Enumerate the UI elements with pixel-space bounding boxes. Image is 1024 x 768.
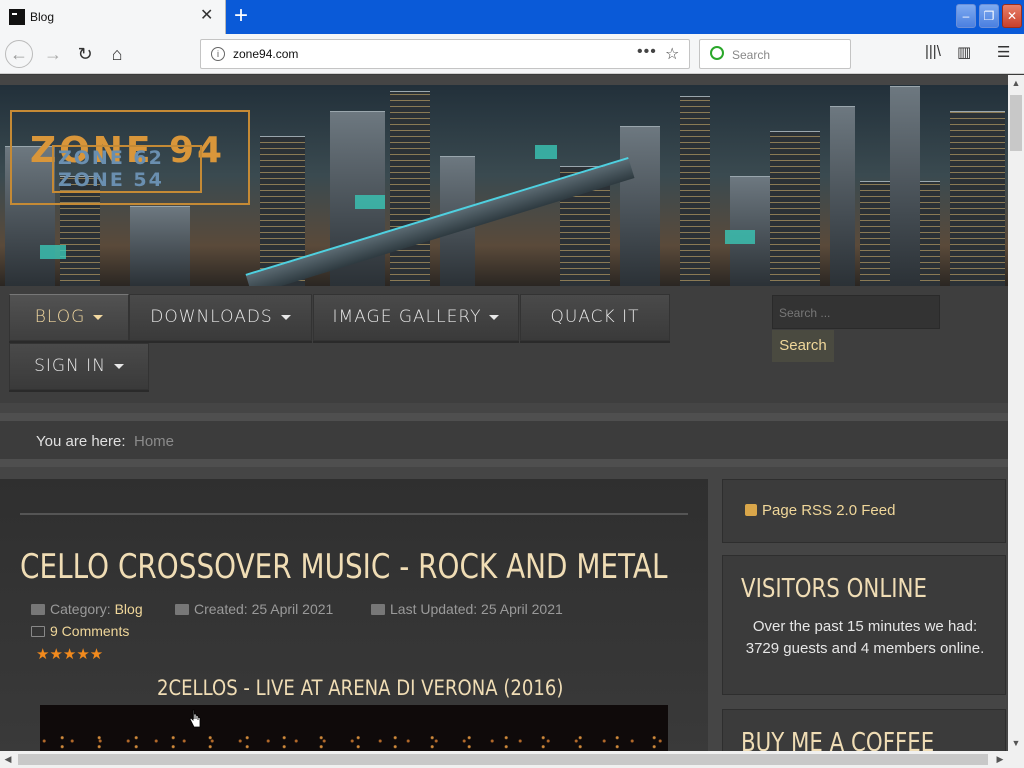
coffee-widget: BUY ME A COFFEE bbox=[722, 709, 1006, 751]
breadcrumb-label: You are here: bbox=[36, 433, 126, 450]
bookmark-star-icon[interactable]: ☆ bbox=[665, 44, 679, 64]
video-player[interactable] bbox=[40, 705, 668, 751]
search-engine-icon bbox=[710, 46, 724, 60]
article-panel: CELLO CROSSOVER MUSIC - ROCK AND METAL C… bbox=[0, 479, 708, 751]
home-button[interactable]: ⌂ bbox=[103, 40, 131, 68]
menu-label: SIGN IN bbox=[34, 356, 106, 376]
visitors-widget: VISITORS ONLINE Over the past 15 minutes… bbox=[722, 555, 1006, 695]
divider bbox=[20, 513, 688, 515]
browser-search-input[interactable]: Search bbox=[699, 39, 851, 69]
article-updated: Last Updated: 25 April 2021 bbox=[371, 601, 563, 617]
site-search-button[interactable]: Search bbox=[772, 330, 834, 362]
back-button[interactable]: ← bbox=[5, 40, 33, 68]
page-viewport: ZONE 94 ZONE 62 ZONE 54 BLOG DOWNLOADS I… bbox=[0, 75, 1008, 751]
minimize-button[interactable]: – bbox=[956, 4, 976, 28]
comments-link[interactable]: 9 Comments bbox=[50, 623, 129, 639]
comment-icon bbox=[31, 626, 45, 637]
horizontal-scrollbar[interactable]: ◀ ▶ bbox=[0, 751, 1008, 768]
menu-item-blog[interactable]: BLOG bbox=[9, 294, 129, 341]
new-tab-button[interactable]: + bbox=[230, 3, 252, 29]
rss-icon bbox=[745, 504, 757, 516]
hand-cursor-icon bbox=[189, 709, 201, 728]
scroll-right-icon[interactable]: ▶ bbox=[992, 751, 1008, 768]
main-menu: BLOG DOWNLOADS IMAGE GALLERY QUACK IT SI… bbox=[0, 286, 1008, 403]
scroll-up-icon[interactable]: ▲ bbox=[1008, 75, 1024, 91]
category-label: Category: bbox=[50, 601, 111, 617]
rating-stars[interactable]: ★★★★★ bbox=[36, 645, 103, 663]
site-info-icon[interactable]: i bbox=[211, 47, 225, 61]
menu-item-image-gallery[interactable]: IMAGE GALLERY bbox=[313, 294, 519, 341]
rss-label: Page RSS 2.0 Feed bbox=[762, 502, 896, 519]
address-bar[interactable]: i zone94.com ••• ☆ bbox=[200, 39, 690, 69]
menu-label: BLOG bbox=[34, 307, 86, 327]
rss-link[interactable]: Page RSS 2.0 Feed bbox=[745, 502, 895, 519]
site-search-placeholder: Search ... bbox=[779, 306, 831, 320]
site-search-input[interactable]: Search ... bbox=[772, 295, 940, 329]
reload-button[interactable]: ↻ bbox=[71, 40, 99, 68]
restore-button[interactable]: ❐ bbox=[979, 4, 999, 28]
logo-sub-text-2: ZONE 54 bbox=[58, 169, 164, 191]
browser-titlebar: Blog ✕ + – ❐ ✕ bbox=[0, 0, 1024, 34]
article-created: Created: 25 April 2021 bbox=[175, 601, 333, 617]
browser-search-placeholder: Search bbox=[732, 48, 771, 62]
close-window-button[interactable]: ✕ bbox=[1002, 4, 1022, 28]
caret-down-icon bbox=[113, 363, 124, 369]
video-frame bbox=[40, 735, 668, 751]
tab-title: Blog bbox=[30, 10, 55, 24]
calendar-icon bbox=[371, 604, 385, 615]
header-banner: ZONE 94 ZONE 62 ZONE 54 bbox=[0, 85, 1008, 286]
forward-button[interactable]: → bbox=[39, 40, 67, 68]
menu-item-sign-in[interactable]: SIGN IN bbox=[9, 343, 149, 390]
calendar-icon bbox=[175, 604, 189, 615]
url-text[interactable]: zone94.com bbox=[233, 47, 298, 61]
visitors-title: VISITORS ONLINE bbox=[741, 574, 927, 604]
site-favicon-icon bbox=[9, 9, 25, 25]
breadcrumb: You are here: Home bbox=[0, 413, 1008, 467]
page-actions-icon[interactable]: ••• bbox=[637, 43, 657, 61]
menu-label: IMAGE GALLERY bbox=[332, 307, 482, 327]
article-comments: 9 Comments bbox=[31, 623, 129, 639]
close-tab-icon[interactable]: ✕ bbox=[200, 8, 213, 24]
scroll-left-icon[interactable]: ◀ bbox=[0, 751, 16, 768]
hscroll-thumb[interactable] bbox=[18, 754, 988, 765]
coffee-title: BUY ME A COFFEE bbox=[741, 728, 935, 751]
rss-widget: Page RSS 2.0 Feed bbox=[722, 479, 1006, 543]
scroll-thumb[interactable] bbox=[1010, 95, 1022, 151]
logo-sub-text-1: ZONE 62 bbox=[58, 147, 164, 169]
folder-icon bbox=[31, 604, 45, 615]
browser-tab[interactable]: Blog ✕ bbox=[0, 0, 226, 34]
caret-down-icon bbox=[93, 314, 104, 320]
menu-label: QUACK IT bbox=[550, 307, 640, 327]
created-date: Created: 25 April 2021 bbox=[194, 601, 334, 617]
caret-down-icon bbox=[489, 314, 500, 320]
scroll-down-icon[interactable]: ▼ bbox=[1008, 735, 1024, 751]
scrollbar-corner bbox=[1008, 751, 1024, 768]
category-link[interactable]: Blog bbox=[115, 601, 143, 617]
sidebar-icon[interactable]: ▥ bbox=[957, 43, 971, 61]
caret-down-icon bbox=[280, 314, 291, 320]
library-icon[interactable]: |||\ bbox=[925, 43, 941, 60]
article-category: Category: Blog bbox=[31, 601, 143, 617]
visitors-text: Over the past 15 minutes we had: 3729 gu… bbox=[745, 618, 985, 657]
menu-item-downloads[interactable]: DOWNLOADS bbox=[129, 294, 312, 341]
menu-icon[interactable]: ☰ bbox=[997, 43, 1010, 61]
video-heading: 2CELLOS - LIVE AT ARENA DI VERONA (2016) bbox=[157, 676, 564, 700]
updated-date: Last Updated: 25 April 2021 bbox=[390, 601, 563, 617]
breadcrumb-home-link[interactable]: Home bbox=[134, 433, 174, 450]
article-title[interactable]: CELLO CROSSOVER MUSIC - ROCK AND METAL bbox=[20, 547, 667, 587]
vertical-scrollbar[interactable]: ▲ ▼ bbox=[1008, 75, 1024, 751]
menu-label: DOWNLOADS bbox=[150, 307, 273, 327]
menu-item-quack-it[interactable]: QUACK IT bbox=[520, 294, 670, 341]
browser-navbar: ← → ↻ ⌂ i zone94.com ••• ☆ Search |||\ ▥… bbox=[0, 34, 1024, 74]
